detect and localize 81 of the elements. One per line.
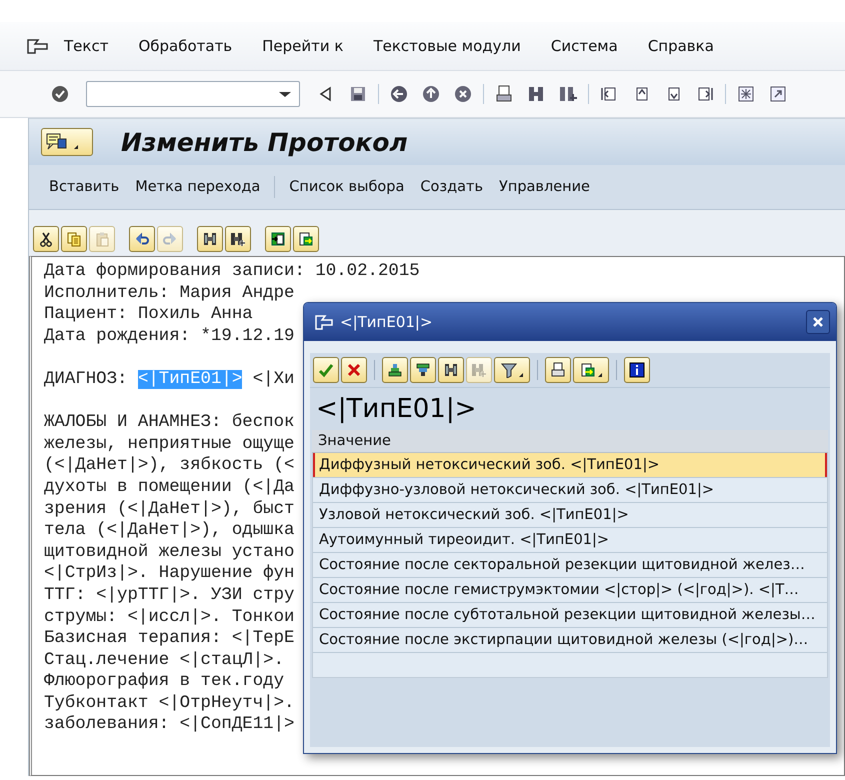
save-icon[interactable]	[348, 84, 368, 104]
sort-ascending-icon[interactable]	[382, 357, 408, 383]
sort-descending-icon[interactable]	[410, 357, 436, 383]
shortcut-icon[interactable]	[768, 84, 788, 104]
toolbar-button[interactable]: Метка перехода	[127, 179, 268, 195]
up-icon[interactable]	[421, 84, 441, 104]
text-line: Исполнитель: Мария Андре	[44, 282, 294, 304]
text-line: <|СтрИз|>. Нарушение фун	[44, 563, 294, 585]
dropdown-arrow-icon[interactable]	[277, 89, 293, 99]
info-icon[interactable]	[624, 357, 650, 383]
binoculars-plus-icon[interactable]	[558, 84, 578, 104]
upload-icon[interactable]	[265, 226, 291, 252]
menu-item[interactable]: Система	[550, 37, 618, 55]
dialog-heading: <|ТипE01|>	[315, 393, 478, 426]
text-line: зрения (<|ДаНет|>), быст	[44, 498, 294, 520]
menu-button[interactable]	[494, 357, 530, 383]
dialog-title: <|ТипE01|>	[340, 313, 434, 331]
text-line: ТТГ: <|урТТГ|>. УЗИ стру	[44, 584, 294, 606]
list-row[interactable]: Состояние после гемиструмэктомии <|стор|> (<|год|>). <|Т…	[313, 578, 827, 603]
text-line: Пациент: Похиль Анна	[44, 304, 253, 326]
command-field[interactable]	[86, 81, 300, 107]
text-line: Тубконтакт <|ОтрНеутч|>.	[44, 692, 294, 714]
text-line: Дата формирования записи: 10.02.2015	[44, 261, 420, 283]
list-row[interactable]: Диффузный нетоксический зоб. <|ТипE01|>	[313, 453, 827, 478]
speech-bubble-icon	[46, 133, 68, 151]
text-line: ЖАЛОБЫ И АНАМНЕЗ: беспок	[44, 412, 294, 434]
list-row[interactable]: Аутоимунный тиреоидит. <|ТипE01|>	[313, 528, 827, 553]
menu-icon[interactable]	[26, 38, 48, 54]
undo-icon[interactable]	[129, 226, 155, 252]
menu-button[interactable]	[573, 357, 609, 383]
close-button[interactable]	[806, 310, 830, 334]
list-row[interactable]: Состояние после секторальной резекции щитовидной желез…	[313, 553, 827, 578]
text-line: заболевания: <|СопДЕ11|>	[44, 714, 294, 736]
text-line: струмы: <|иссл|>. Тонкои	[44, 606, 294, 628]
back-icon[interactable]	[389, 84, 409, 104]
toolbar-button[interactable]: Список выбора	[281, 179, 412, 195]
download-icon[interactable]	[293, 226, 319, 252]
binoculars-plus-icon[interactable]	[225, 226, 251, 252]
text-line: Дата рождения: *19.12.19	[44, 326, 294, 348]
list-row[interactable]: Состояние после экстирпации щитовидной железы (<|год|>)…	[313, 628, 827, 653]
text-line: духоты в помещении (<|Да	[44, 476, 294, 499]
dropdown-arrow-icon[interactable]	[598, 373, 602, 377]
cut-icon[interactable]	[33, 226, 59, 252]
menu-button[interactable]	[41, 128, 93, 156]
menu-item[interactable]: Обработать	[138, 37, 232, 55]
new-window-icon[interactable]	[736, 84, 756, 104]
dropdown-arrow-icon[interactable]	[519, 373, 523, 377]
menu-item[interactable]: Текст	[64, 37, 108, 55]
list-row[interactable]: Состояние после субтотальной резекции щитовидной железы…	[313, 603, 827, 628]
column-header[interactable]: Значение	[312, 430, 828, 453]
text-line: Базисная терапия: <|ТерE	[44, 628, 294, 650]
toolbar-button[interactable]: Создать	[412, 179, 491, 195]
checkmark-icon[interactable]	[50, 84, 70, 104]
printer-icon[interactable]	[545, 357, 571, 383]
text-line: тела (<|ДаНет|>), одышка	[44, 520, 294, 542]
menu-item[interactable]: Текстовые модули	[373, 37, 521, 55]
screen-title: Изменить Протокол	[121, 128, 408, 156]
cancel-icon[interactable]	[341, 357, 367, 383]
toolbar-button[interactable]: Управление	[491, 179, 598, 195]
filter-icon	[501, 362, 517, 378]
list-row[interactable]: Диффузно-узловой нетоксический зоб. <|ТипE01|>	[313, 478, 827, 503]
export-icon	[580, 362, 596, 378]
printer-icon[interactable]	[494, 84, 514, 104]
text-line: Стац.лечение <|стацЛ|>.	[44, 650, 284, 672]
toolbar-button[interactable]: Вставить	[41, 179, 128, 195]
checkmark-icon[interactable]	[313, 357, 339, 383]
dialog-icon	[314, 314, 334, 330]
text-line: щитовидной железы устано	[44, 542, 294, 564]
copy-icon[interactable]	[61, 226, 87, 252]
menu-item[interactable]: Справка	[648, 37, 714, 55]
list-row[interactable]: Узловой нетоксический зоб. <|ТипE01|>	[313, 503, 827, 528]
text-line: (<|ДаНет|>), зябкость (<	[44, 455, 294, 477]
cancel-icon[interactable]	[453, 84, 473, 104]
text-line: ДИАГНОЗ: <|ТипE01|> <|Хи	[44, 368, 294, 391]
text-line: железы, неприятные ощуще	[44, 434, 294, 456]
binoculars-icon[interactable]	[526, 84, 546, 104]
close-icon	[812, 316, 824, 328]
binoculars-icon[interactable]	[438, 357, 464, 383]
binoculars-icon[interactable]	[197, 226, 223, 252]
text-line: Флюорография в тек.году	[44, 671, 284, 693]
menu-item[interactable]: Перейти к	[262, 37, 344, 55]
